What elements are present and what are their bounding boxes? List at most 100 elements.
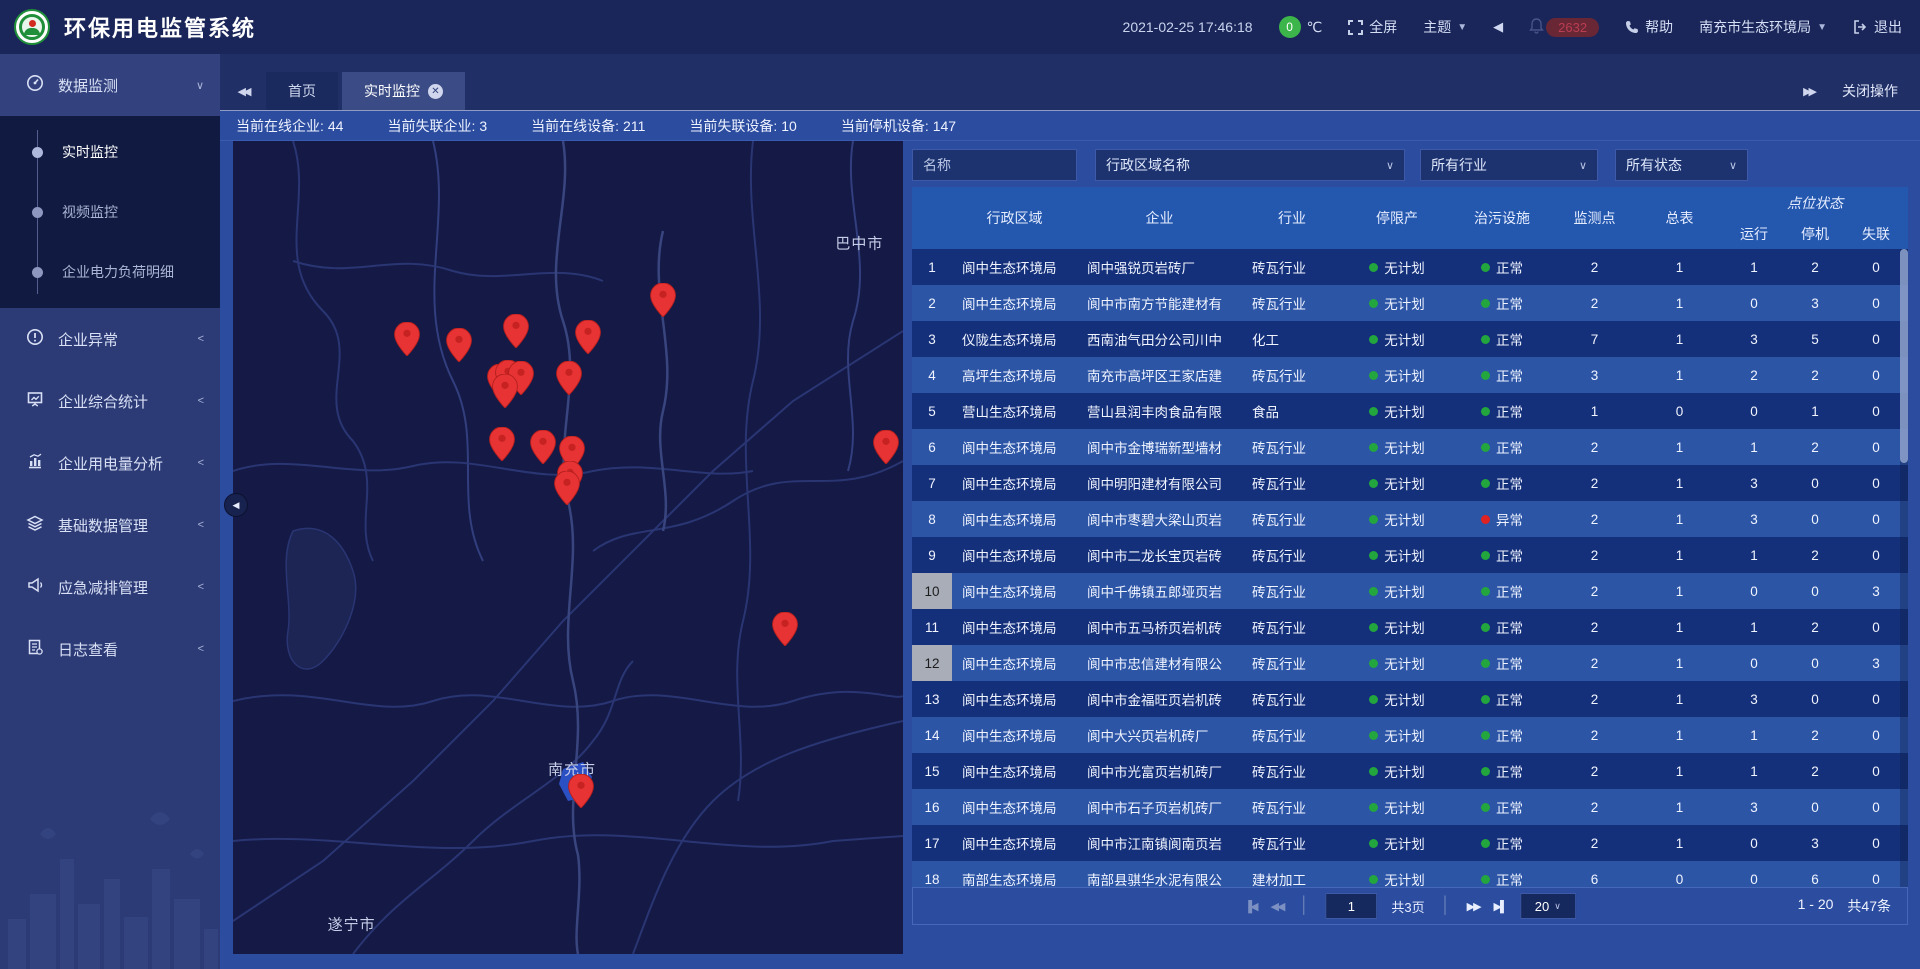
table-row[interactable]: 5营山生态环境局营山县润丰肉食品有限食品无计划正常10010 [912, 393, 1908, 429]
name-search-field[interactable] [912, 149, 1077, 181]
theme-dropdown[interactable]: 主题 ▼ [1423, 17, 1467, 37]
table-row[interactable]: 17阆中生态环境局阆中市江南镇阆南页岩砖瓦行业无计划正常21030 [912, 825, 1908, 861]
status-label: 无计划 [1384, 509, 1425, 529]
table-row[interactable]: 11阆中生态环境局阆中市五马桥页岩机砖砖瓦行业无计划正常21120 [912, 609, 1908, 645]
notifications[interactable]: 2632 [1529, 18, 1599, 37]
map-pin-icon[interactable] [568, 774, 594, 808]
name-search-input[interactable] [923, 157, 1066, 173]
tabs-scroll-right-icon[interactable]: ▶▶ [1803, 72, 1814, 110]
sidebar-item-6[interactable]: 日志查看< [0, 618, 220, 680]
status-dot-icon [1369, 263, 1378, 272]
next-page-icon[interactable]: ▶▶ [1467, 900, 1480, 913]
table-row[interactable]: 2阆中生态环境局阆中市南方节能建材有砖瓦行业无计划正常21030 [912, 285, 1908, 321]
map-pin-icon[interactable] [650, 283, 676, 317]
map-collapse-handle[interactable]: ◀ [224, 493, 248, 517]
page-size-select[interactable]: 20 ∨ [1520, 893, 1576, 919]
table-row[interactable]: 1阆中生态环境局阆中强锐页岩砖厂砖瓦行业无计划正常21120 [912, 249, 1908, 285]
cell-company: 南充市高坪区王家店建 [1077, 357, 1242, 393]
cell-halt: 2 [1786, 249, 1844, 285]
cell-halt: 2 [1786, 537, 1844, 573]
table-row[interactable]: 4高坪生态环境局南充市高坪区王家店建砖瓦行业无计划正常31220 [912, 357, 1908, 393]
table-row[interactable]: 9阆中生态环境局阆中市二龙长宝页岩砖砖瓦行业无计划正常21120 [912, 537, 1908, 573]
tab-close-icon[interactable]: ✕ [428, 84, 443, 99]
cell-stop-status: 无计划 [1342, 753, 1452, 789]
industry-select[interactable]: 所有行业 ∨ [1420, 149, 1598, 181]
table-scrollbar[interactable] [1900, 249, 1908, 887]
map-pin-icon[interactable] [575, 320, 601, 354]
sidebar-subitem-1[interactable]: 视频监控 [0, 182, 220, 242]
table-row[interactable]: 6阆中生态环境局阆中市金博瑞新型墙材砖瓦行业无计划正常21120 [912, 429, 1908, 465]
tab-active-1[interactable]: 实时监控 ✕ [342, 72, 465, 110]
sidebar-subitem-label: 实时监控 [62, 142, 118, 162]
page-number-input[interactable] [1325, 893, 1377, 919]
cell-lost: 0 [1844, 861, 1908, 887]
map-pin-icon[interactable] [556, 361, 582, 395]
cell-region: 阆中生态环境局 [952, 429, 1077, 465]
last-page-icon[interactable]: ▶▌ [1494, 900, 1506, 913]
first-page-icon[interactable]: ▐◀ [1244, 900, 1256, 913]
sound-button[interactable]: ◀ [1493, 19, 1503, 35]
map-pin-icon[interactable] [772, 612, 798, 646]
fullscreen-button[interactable]: 全屏 [1348, 17, 1397, 37]
status-label: 正常 [1496, 365, 1523, 385]
status-label: 正常 [1496, 689, 1523, 709]
bullet-dot-icon [32, 267, 43, 278]
table-header: 行政区域 企业 行业 停限产 治污设施 监测点 总表 点位状态 运行 停机 失联 [912, 187, 1908, 249]
table-row[interactable]: 8阆中生态环境局阆中市枣碧大梁山页岩砖瓦行业无计划异常21300 [912, 501, 1908, 537]
sidebar-item-4[interactable]: 基础数据管理< [0, 494, 220, 556]
map-panel[interactable]: 巴中市南充市遂宁市 ◀ [233, 141, 903, 954]
sidebar: 数据监测∨ 实时监控视频监控企业电力负荷明细企业异常<企业综合统计<企业用电量分析… [0, 54, 220, 969]
cell-lost: 3 [1844, 645, 1908, 681]
org-dropdown[interactable]: 南充市生态环境局 ▼ [1699, 17, 1827, 37]
table-row[interactable]: 14阆中生态环境局阆中大兴页岩机砖厂砖瓦行业无计划正常21120 [912, 717, 1908, 753]
table-row[interactable]: 10阆中生态环境局阆中千佛镇五郎垭页岩砖瓦行业无计划正常21003 [912, 573, 1908, 609]
cell-run: 1 [1722, 537, 1786, 573]
cell-industry: 砖瓦行业 [1242, 825, 1342, 861]
row-index: 4 [912, 357, 952, 393]
map-pin-icon[interactable] [446, 328, 472, 362]
help-button[interactable]: 帮助 [1625, 17, 1673, 37]
status-select[interactable]: 所有状态 ∨ [1615, 149, 1748, 181]
sidebar-subitem-2[interactable]: 企业电力负荷明细 [0, 242, 220, 302]
table-row[interactable]: 7阆中生态环境局阆中明阳建材有限公司砖瓦行业无计划正常21300 [912, 465, 1908, 501]
sidebar-item-5[interactable]: 应急减排管理< [0, 556, 220, 618]
cell-meter: 0 [1637, 861, 1722, 887]
scrollbar-thumb[interactable] [1900, 249, 1908, 463]
table-row[interactable]: 3仪陇生态环境局西南油气田分公司川中化工无计划正常71350 [912, 321, 1908, 357]
cell-run: 1 [1722, 753, 1786, 789]
cell-region: 仪陇生态环境局 [952, 321, 1077, 357]
map-pin-icon[interactable] [492, 374, 518, 408]
map-pin-icon[interactable] [503, 314, 529, 348]
map-pin-icon[interactable] [530, 430, 556, 464]
tab-item-0[interactable]: 首页 [266, 72, 338, 110]
status-label: 无计划 [1384, 293, 1425, 313]
cell-region: 阆中生态环境局 [952, 537, 1077, 573]
status-label: 正常 [1496, 797, 1523, 817]
sidebar-item-2[interactable]: 企业综合统计< [0, 370, 220, 432]
cell-meter: 1 [1637, 249, 1722, 285]
row-index: 12 [912, 645, 952, 681]
table-row[interactable]: 13阆中生态环境局阆中市金福旺页岩机砖砖瓦行业无计划正常21300 [912, 681, 1908, 717]
cell-company: 阆中明阳建材有限公司 [1077, 465, 1242, 501]
table-row[interactable]: 15阆中生态环境局阆中市光富页岩机砖厂砖瓦行业无计划正常21120 [912, 753, 1908, 789]
map-pin-icon[interactable] [394, 322, 420, 356]
map-pin-icon[interactable] [873, 430, 899, 464]
status-label: 正常 [1496, 581, 1523, 601]
sidebar-subitem-0[interactable]: 实时监控 [0, 122, 220, 182]
logout-button[interactable]: 退出 [1853, 17, 1902, 37]
region-select[interactable]: 行政区域名称 ∨ [1095, 149, 1405, 181]
sidebar-item-1[interactable]: 企业异常< [0, 308, 220, 370]
close-operations-button[interactable]: 关闭操作 [1842, 81, 1898, 101]
tab-label: 实时监控 [364, 81, 420, 101]
tabs-scroll-left-icon[interactable]: ◀◀ [220, 72, 266, 110]
cell-halt: 0 [1786, 573, 1844, 609]
sidebar-item-0[interactable]: 数据监测∨ [0, 54, 220, 116]
prev-page-icon[interactable]: ◀◀ [1270, 900, 1283, 913]
table-row[interactable]: 18南部生态环境局南部县骐华水泥有限公建材加工无计划正常60060 [912, 861, 1908, 887]
table-row[interactable]: 16阆中生态环境局阆中市石子页岩机砖厂砖瓦行业无计划正常21300 [912, 789, 1908, 825]
logout-icon [1853, 20, 1868, 34]
table-row[interactable]: 12阆中生态环境局阆中市忠信建材有限公砖瓦行业无计划正常21003 [912, 645, 1908, 681]
map-pin-icon[interactable] [554, 471, 580, 505]
map-pin-icon[interactable] [489, 427, 515, 461]
sidebar-item-3[interactable]: 企业用电量分析< [0, 432, 220, 494]
